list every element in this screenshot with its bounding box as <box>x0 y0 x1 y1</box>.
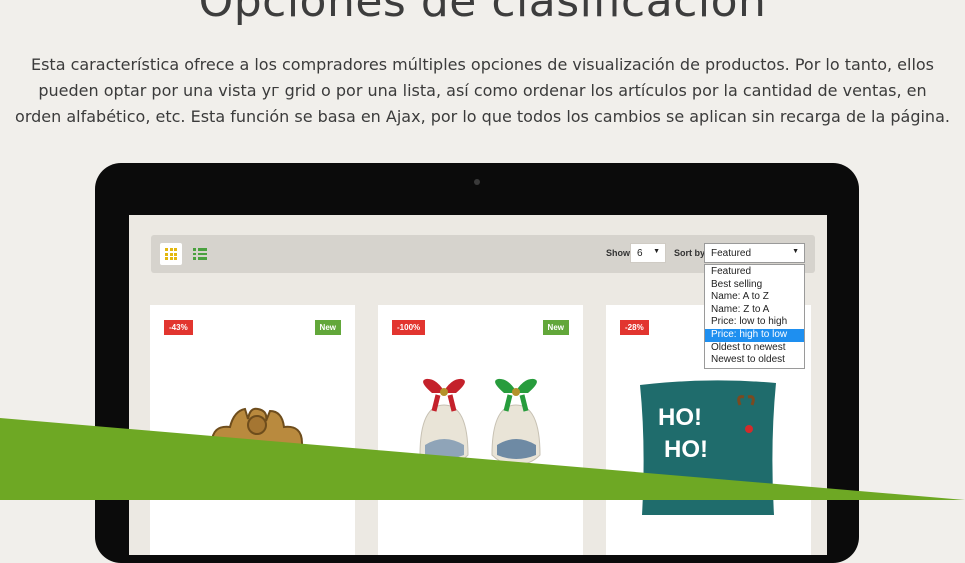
sort-by-value: Featured <box>711 248 752 259</box>
list-view-icon <box>193 248 207 260</box>
laptop-screen: Show 6 ▼ Sort by Featured ▼ Featured Bes… <box>129 215 827 555</box>
sort-option[interactable]: Newest to oldest <box>705 354 804 367</box>
product-card[interactable]: -43% New <box>150 305 355 555</box>
angel-ornament-image <box>211 407 303 476</box>
sort-option[interactable]: Oldest to newest <box>705 342 804 355</box>
pillow-image: HO! HO! <box>640 380 776 515</box>
show-count-select[interactable]: 6 ▼ <box>630 243 666 263</box>
sort-by-label: Sort by <box>674 248 706 258</box>
chevron-down-icon: ▼ <box>653 248 660 255</box>
grid-view-button[interactable] <box>160 243 182 265</box>
new-badge: New <box>542 320 569 335</box>
sort-option[interactable]: Best selling <box>705 279 804 292</box>
sort-option[interactable]: Featured <box>705 266 804 279</box>
new-badge: New <box>314 320 341 335</box>
chevron-down-icon: ▼ <box>792 248 799 255</box>
sort-option[interactable]: Price: low to high <box>705 316 804 329</box>
laptop-mockup: Show 6 ▼ Sort by Featured ▼ Featured Bes… <box>95 163 859 563</box>
show-label: Show <box>606 248 630 258</box>
product-card[interactable]: -100% New <box>378 305 583 555</box>
discount-badge: -43% <box>164 320 193 335</box>
sort-option-highlighted[interactable]: Price: high to low <box>705 328 804 342</box>
discount-badge: -100% <box>392 320 426 335</box>
pillow-text: HO! <box>664 436 708 463</box>
sort-option[interactable]: Name: Z to A <box>705 304 804 317</box>
camera-dot <box>474 179 480 185</box>
grid-view-icon <box>165 248 177 260</box>
pillow-text: HO! <box>658 404 702 431</box>
sort-options-dropdown: Featured Best selling Name: A to Z Name:… <box>704 264 805 369</box>
discount-badge: -28% <box>620 320 649 335</box>
feature-description: Esta característica ofrece a los comprad… <box>15 55 950 126</box>
sort-option[interactable]: Name: A to Z <box>705 291 804 304</box>
page-title: Opciones de clasificación <box>198 0 767 27</box>
list-view-button[interactable] <box>189 243 211 265</box>
sort-by-select[interactable]: Featured ▼ <box>704 243 805 263</box>
show-count-value: 6 <box>637 248 643 259</box>
bell-ornaments-image <box>419 378 541 466</box>
